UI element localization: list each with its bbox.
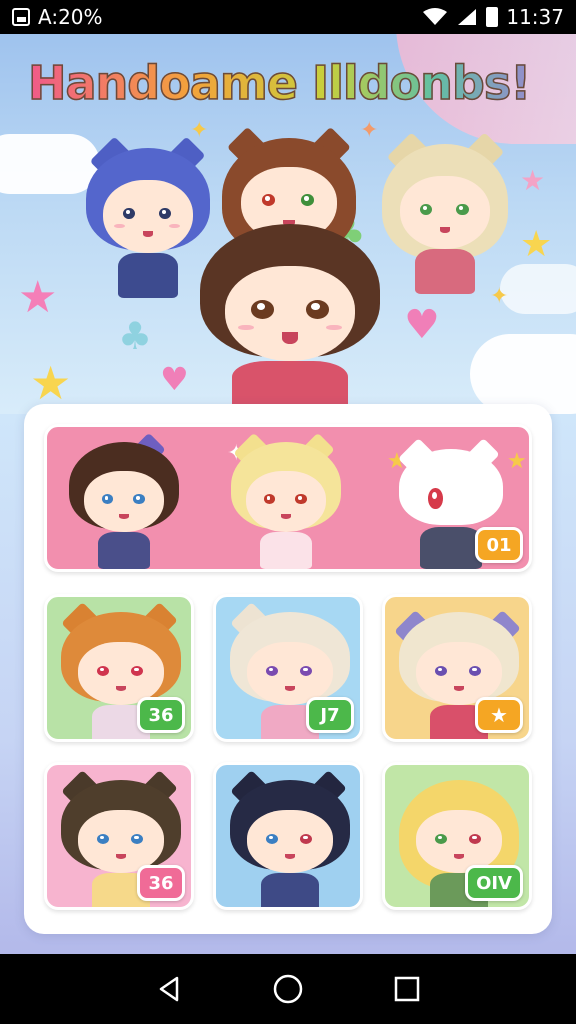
battery-icon (486, 7, 499, 27)
back-button[interactable] (149, 969, 189, 1009)
recents-button[interactable] (387, 969, 427, 1009)
sparkle-icon: ★ (18, 272, 58, 323)
navigation-bar (0, 954, 576, 1024)
featured-tile[interactable]: ✦ ★ ★ (44, 424, 532, 572)
character-tile-4[interactable]: 36 (44, 762, 194, 910)
status-right: 11:37 (422, 5, 564, 29)
cloud-decoration (0, 134, 100, 194)
app-notification-icon (12, 8, 30, 26)
status-left-text: A:20% (38, 5, 103, 29)
back-icon (160, 976, 179, 1002)
character-tile-6[interactable]: OIV (382, 762, 532, 910)
character-tile-2[interactable]: J7 (213, 594, 363, 742)
star-icon: ★ (520, 224, 553, 265)
app-title: Handoame Illdonbs! (27, 55, 568, 111)
heart-icon: ♣ (118, 314, 153, 358)
tile-badge: 36 (137, 865, 185, 901)
character-thumb (231, 432, 341, 569)
sparkle-icon: ★ (507, 449, 527, 474)
character-thumb (230, 770, 350, 907)
wifi-icon (423, 8, 448, 25)
home-icon (273, 974, 303, 1004)
sparkle-icon: ★ (520, 164, 546, 197)
tile-badge: J7 (306, 697, 354, 733)
star-icon: ★ (30, 356, 72, 410)
character-blue-hair (86, 136, 210, 298)
character-tile-3[interactable]: ★ (382, 594, 532, 742)
signal-icon (458, 9, 477, 25)
status-left: A:20% (12, 5, 103, 29)
tile-badge: ★ (475, 697, 523, 733)
cloud-decoration (500, 264, 576, 314)
status-bar: A:20% 11:37 (0, 0, 576, 34)
character-main-brown (200, 224, 380, 414)
tile-badge: 36 (137, 697, 185, 733)
heart-icon: ♥ (160, 360, 189, 398)
heart-icon: ♥ (404, 302, 440, 348)
character-gallery: ✦ ★ ★ (24, 404, 552, 934)
cloud-decoration (470, 334, 576, 414)
recents-icon (394, 976, 419, 1002)
character-tile-5[interactable] (213, 762, 363, 910)
tile-badge: OIV (465, 865, 523, 901)
sparkle-icon: ✦ (360, 118, 379, 143)
character-thumb (69, 432, 179, 569)
home-button[interactable] (268, 969, 308, 1009)
character-blonde (382, 132, 508, 294)
hero-banner: Handoame Illdonbs! ✦ ✦ ✦ ★ ★ ★ ★ ♥ ♥ ♣ ♣ (0, 34, 576, 414)
featured-badge: 01 (475, 527, 523, 563)
character-tile-1[interactable]: 36 (44, 594, 194, 742)
status-time: 11:37 (506, 5, 564, 29)
star-badge-icon: ★ (490, 703, 508, 727)
